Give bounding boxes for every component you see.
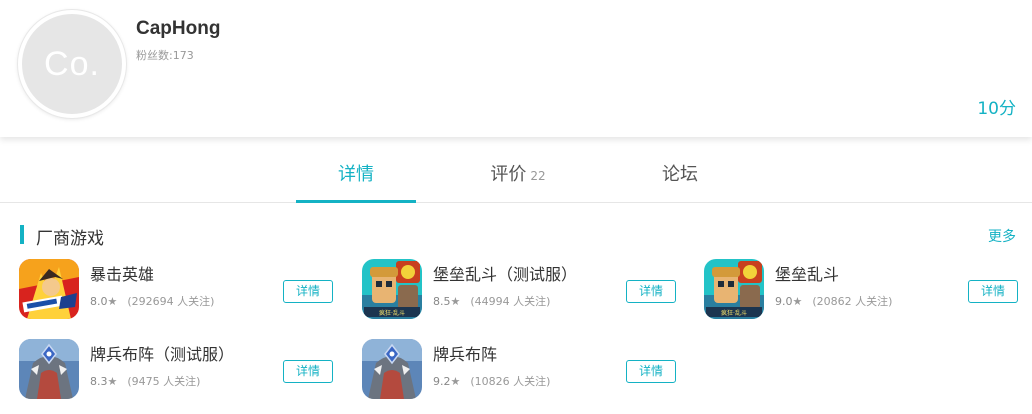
fortress-game-icon[interactable]: 疯狂·乱斗 (704, 259, 764, 319)
star-icon: ★ (792, 295, 803, 308)
star-icon: ★ (107, 375, 118, 388)
avatar-initials: Co. (44, 44, 100, 83)
game-rating: 9.2 (433, 375, 451, 388)
game-item: 疯狂·乱斗 堡垒乱斗（测试服） 8.5★ (44994 人关注) 详情 (362, 259, 682, 321)
tab-bar: 详情 评价 22 论坛 (0, 148, 1032, 203)
game-rating: 9.0 (775, 295, 793, 308)
more-link[interactable]: 更多 (988, 226, 1016, 246)
svg-text:疯狂·乱斗: 疯狂·乱斗 (379, 309, 405, 317)
fans-count: 173 (172, 49, 194, 62)
game-name[interactable]: 堡垒乱斗 (775, 261, 839, 285)
star-icon: ★ (450, 295, 461, 308)
dragon-game-icon[interactable] (19, 339, 79, 399)
game-followers: (10826 人关注) (470, 375, 551, 388)
section-title: 厂商游戏 (36, 229, 104, 249)
game-item: 暴击英雄 8.0★ (292694 人关注) 详情 (19, 259, 339, 321)
dragon-game-icon[interactable] (362, 339, 422, 399)
fans-count-line: 粉丝数:173 (136, 47, 194, 63)
fortress-game-icon[interactable]: 疯狂·乱斗 (362, 259, 422, 319)
game-detail-button[interactable]: 详情 (626, 280, 676, 303)
tab-review[interactable]: 评价 22 (458, 148, 578, 203)
game-followers: (20862 人关注) (812, 295, 893, 308)
tab-forum[interactable]: 论坛 (620, 148, 740, 203)
game-name[interactable]: 牌兵布阵 (433, 341, 497, 365)
game-name[interactable]: 牌兵布阵（测试服） (90, 341, 234, 365)
developer-profile-card: Co. CapHong 粉丝数:173 10分 (0, 0, 1032, 137)
game-name[interactable]: 堡垒乱斗（测试服） (433, 261, 577, 285)
page-root: Co. CapHong 粉丝数:173 10分 详情 评价 22 论坛 厂商游戏 … (0, 0, 1032, 414)
star-icon: ★ (107, 295, 118, 308)
game-rating: 8.3 (90, 375, 108, 388)
game-name[interactable]: 暴击英雄 (90, 261, 154, 285)
tab-detail[interactable]: 详情 (296, 148, 416, 203)
game-detail-button[interactable]: 详情 (968, 280, 1018, 303)
hero-game-icon[interactable] (19, 259, 79, 319)
game-detail-button[interactable]: 详情 (283, 280, 333, 303)
section-accent-bar (20, 225, 24, 244)
developer-name: CapHong (136, 18, 221, 39)
tab-forum-label: 论坛 (662, 164, 698, 185)
game-item: 疯狂·乱斗 堡垒乱斗 9.0★ (20862 人关注) 详情 (704, 259, 1024, 321)
game-item: 牌兵布阵（测试服） 8.3★ (9475 人关注) 详情 (19, 339, 339, 401)
game-item: 牌兵布阵 9.2★ (10826 人关注) 详情 (362, 339, 682, 401)
game-followers: (44994 人关注) (470, 295, 551, 308)
tab-review-label: 评价 (490, 164, 527, 185)
game-detail-button[interactable]: 详情 (283, 360, 333, 383)
game-rating: 8.5 (433, 295, 451, 308)
game-meta: 8.5★ (44994 人关注) (433, 293, 550, 309)
developer-avatar[interactable]: Co. (18, 10, 126, 118)
game-followers: (9475 人关注) (127, 375, 201, 388)
fans-label: 粉丝数: (136, 49, 173, 62)
game-meta: 9.0★ (20862 人关注) (775, 293, 892, 309)
game-meta: 8.3★ (9475 人关注) (90, 373, 200, 389)
game-followers: (292694 人关注) (127, 295, 215, 308)
developer-score: 10分 (977, 99, 1016, 119)
game-meta: 8.0★ (292694 人关注) (90, 293, 214, 309)
review-count-badge: 22 (530, 169, 546, 183)
game-detail-button[interactable]: 详情 (626, 360, 676, 383)
svg-text:疯狂·乱斗: 疯狂·乱斗 (721, 309, 747, 317)
tab-detail-label: 详情 (338, 164, 374, 185)
star-icon: ★ (450, 375, 461, 388)
game-meta: 9.2★ (10826 人关注) (433, 373, 550, 389)
game-rating: 8.0 (90, 295, 108, 308)
